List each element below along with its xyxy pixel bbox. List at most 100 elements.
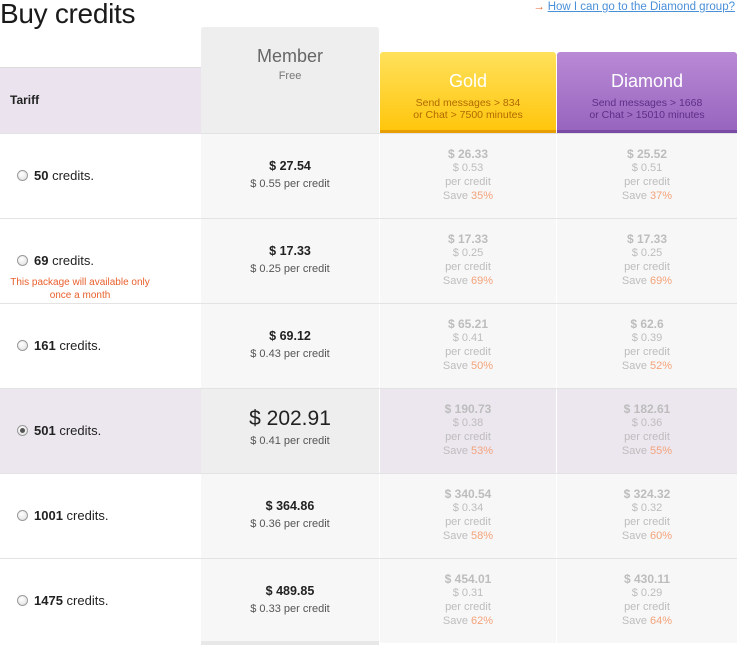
credits-amount: 1001 <box>34 508 63 523</box>
diamond-price-cell: $ 430.11 $ 0.29 per credit Save 64% <box>557 559 737 643</box>
diamond-save-percent: 69% <box>650 275 673 287</box>
member-price-cell: $ 364.86 $ 0.36 per credit <box>201 474 379 558</box>
diamond-plan-name: Diamond <box>610 71 684 91</box>
tariff-row[interactable]: 69 credits. This package will available o… <box>0 218 737 303</box>
tariff-row[interactable]: 1001 credits. $ 364.86 $ 0.36 per credit $ … <box>0 473 737 558</box>
gold-save-percent: 58% <box>471 530 494 542</box>
member-price-cell: $ 489.85 $ 0.33 per credit <box>201 559 379 643</box>
gold-save: Save 53% <box>380 444 556 459</box>
diamond-desc-line1: Send messages > 1668 <box>591 97 703 109</box>
gold-save: Save 50% <box>380 359 556 374</box>
gold-save: Save 62% <box>380 614 556 629</box>
tariff-row[interactable]: 1475 credits. $ 489.85 $ 0.33 per credit $ … <box>0 558 737 643</box>
gold-save-percent: 35% <box>471 190 494 202</box>
tariff-option[interactable]: 161 credits. <box>0 304 201 388</box>
package-credits[interactable]: 1001 credits. <box>34 508 108 523</box>
diamond-price: $ 62.6 <box>630 317 664 331</box>
tariff-option[interactable]: 1475 credits. <box>0 559 201 643</box>
diamond-per-credit-label: per credit <box>624 431 670 443</box>
member-price: $ 202.91 <box>249 407 331 430</box>
gold-desc-line2: or Chat > 7500 minutes <box>413 109 523 121</box>
gold-plan-header[interactable]: Gold Send messages > 834 or Chat > 7500 … <box>380 52 556 133</box>
package-radio[interactable] <box>17 170 28 181</box>
help-link-text[interactable]: How I can go to the Diamond group? <box>548 1 735 13</box>
diamond-price: $ 17.33 <box>626 232 668 246</box>
package-radio[interactable] <box>17 510 28 521</box>
package-credits[interactable]: 161 credits. <box>34 338 101 353</box>
gold-price: $ 26.33 <box>447 147 489 161</box>
member-per-credit: $ 0.36 per credit <box>250 518 330 530</box>
diamond-save: Save 64% <box>557 614 737 629</box>
gold-per-credit-value: $ 0.25 <box>452 247 484 259</box>
diamond-price: $ 430.11 <box>623 572 671 586</box>
diamond-price: $ 25.52 <box>626 147 668 161</box>
diamond-save: Save 52% <box>557 359 737 374</box>
credits-amount: 1475 <box>34 593 63 608</box>
member-price: $ 364.86 <box>265 499 315 513</box>
diamond-price-cell: $ 25.52 $ 0.51 per credit Save 37% <box>557 134 737 218</box>
save-label: Save <box>442 445 468 457</box>
gold-price-cell: $ 17.33 $ 0.25 per credit Save 69% <box>380 219 556 303</box>
member-price: $ 69.12 <box>269 329 311 343</box>
gold-per-credit-label: per credit <box>445 261 491 273</box>
gold-price-cell: $ 454.01 $ 0.31 per credit Save 62% <box>380 559 556 643</box>
package-credits[interactable]: 1475 credits. <box>34 593 108 608</box>
save-label: Save <box>621 615 647 627</box>
diamond-per-credit-label: per credit <box>624 516 670 528</box>
arrow-right-icon: → <box>533 1 545 13</box>
member-plan-header: Member Free <box>201 27 379 133</box>
tariff-row[interactable]: 161 credits. $ 69.12 $ 0.43 per credit $ 65… <box>0 303 737 388</box>
save-label: Save <box>621 445 647 457</box>
diamond-price-cell: $ 324.32 $ 0.32 per credit Save 60% <box>557 474 737 558</box>
gold-save-percent: 50% <box>471 360 494 372</box>
diamond-per-credit-value: $ 0.29 <box>631 587 663 599</box>
gold-per-credit-label: per credit <box>445 176 491 188</box>
diamond-plan-desc: Send messages > 1668 or Chat > 15010 min… <box>557 97 737 121</box>
member-plan-sub: Free <box>278 70 302 82</box>
diamond-save-percent: 60% <box>650 530 673 542</box>
gold-price: $ 340.54 <box>444 487 492 501</box>
gold-per-credit-label: per credit <box>445 601 491 613</box>
gold-plan-name: Gold <box>448 71 488 91</box>
diamond-per-credit-value: $ 0.51 <box>631 162 663 174</box>
gold-price: $ 17.33 <box>447 232 489 246</box>
member-price-cell: $ 17.33 $ 0.25 per credit <box>201 219 379 303</box>
gold-plan-desc: Send messages > 834 or Chat > 7500 minut… <box>380 97 556 121</box>
diamond-help-link[interactable]: → How I can go to the Diamond group? <box>533 1 735 13</box>
diamond-per-credit-value: $ 0.32 <box>631 502 663 514</box>
gold-price-cell: $ 65.21 $ 0.41 per credit Save 50% <box>380 304 556 388</box>
diamond-save: Save 55% <box>557 444 737 459</box>
tariff-option[interactable]: 50 credits. <box>0 134 201 218</box>
member-column-footer <box>201 641 379 645</box>
gold-save: Save 58% <box>380 529 556 544</box>
diamond-per-credit-label: per credit <box>624 601 670 613</box>
gold-price: $ 454.01 <box>444 572 492 586</box>
package-radio[interactable] <box>17 255 28 266</box>
package-credits[interactable]: 50 credits. <box>34 168 94 183</box>
member-per-credit: $ 0.41 per credit <box>250 435 330 447</box>
package-credits[interactable]: 501 credits. <box>34 423 101 438</box>
gold-desc-line1: Send messages > 834 <box>415 97 521 109</box>
tariff-row[interactable]: 501 credits. $ 202.91 $ 0.41 per credit $ 1… <box>0 388 737 473</box>
package-radio[interactable] <box>17 340 28 351</box>
diamond-per-credit-value: $ 0.39 <box>631 332 663 344</box>
credits-amount: 161 <box>34 338 56 353</box>
tariff-row[interactable]: 50 credits. $ 27.54 $ 0.55 per credit $ 26.… <box>0 133 737 218</box>
tariff-header: Tariff <box>0 67 201 133</box>
credits-word: credits. <box>52 168 94 183</box>
diamond-plan-header[interactable]: Diamond Send messages > 1668 or Chat > 1… <box>557 52 737 133</box>
member-price-cell: $ 27.54 $ 0.55 per credit <box>201 134 379 218</box>
tariff-option[interactable]: 1001 credits. <box>0 474 201 558</box>
package-radio[interactable] <box>17 595 28 606</box>
diamond-save-percent: 64% <box>650 615 673 627</box>
member-plan-name: Member <box>256 46 323 66</box>
diamond-save: Save 69% <box>557 274 737 289</box>
save-label: Save <box>442 615 468 627</box>
package-credits[interactable]: 69 credits. <box>34 253 94 268</box>
diamond-price-cell: $ 182.61 $ 0.36 per credit Save 55% <box>557 389 737 473</box>
tariff-option[interactable]: 501 credits. <box>0 389 201 473</box>
tariff-option[interactable]: 69 credits. This package will available o… <box>0 219 201 303</box>
package-radio[interactable] <box>17 425 28 436</box>
gold-price-cell: $ 340.54 $ 0.34 per credit Save 58% <box>380 474 556 558</box>
member-per-credit: $ 0.55 per credit <box>250 178 330 190</box>
